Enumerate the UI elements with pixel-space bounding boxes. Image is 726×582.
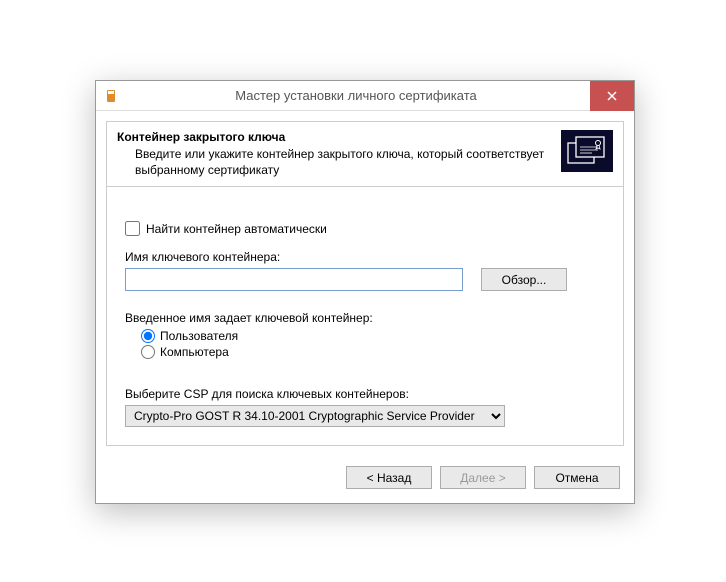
wizard-window: Мастер установки личного сертификата Кон… (95, 80, 635, 504)
radio-user[interactable] (141, 329, 155, 343)
back-button[interactable]: < Назад (346, 466, 432, 489)
radio-user-row: Пользователя (141, 329, 605, 343)
csp-select[interactable]: Crypto-Pro GOST R 34.10-2001 Cryptograph… (125, 405, 505, 427)
container-name-label: Имя ключевого контейнера: (125, 250, 605, 264)
auto-find-label[interactable]: Найти контейнер автоматически (146, 222, 327, 236)
browse-button[interactable]: Обзор... (481, 268, 567, 291)
auto-find-checkbox[interactable] (125, 221, 140, 236)
auto-find-row: Найти контейнер автоматически (125, 221, 605, 236)
cancel-button[interactable]: Отмена (534, 466, 620, 489)
container-name-row: Обзор... (125, 268, 605, 291)
titlebar: Мастер установки личного сертификата (96, 81, 634, 111)
csp-row: Crypto-Pro GOST R 34.10-2001 Cryptograph… (125, 405, 605, 427)
radio-computer-row: Компьютера (141, 345, 605, 359)
container-name-input[interactable] (125, 268, 463, 291)
radio-computer-label[interactable]: Компьютера (160, 345, 229, 359)
app-icon (102, 86, 122, 106)
header-title: Контейнер закрытого ключа (117, 130, 551, 144)
csp-label: Выберите CSP для поиска ключевых контейн… (125, 387, 605, 401)
radio-user-label[interactable]: Пользователя (160, 329, 238, 343)
scope-radios: Пользователя Компьютера (125, 329, 605, 359)
close-button[interactable] (590, 81, 634, 111)
header-text: Контейнер закрытого ключа Введите или ук… (117, 130, 551, 178)
header-description: Введите или укажите контейнер закрытого … (117, 146, 551, 178)
scope-group-label: Введенное имя задает ключевой контейнер: (125, 311, 605, 325)
header-panel: Контейнер закрытого ключа Введите или ук… (106, 121, 624, 187)
close-icon (607, 91, 617, 101)
next-button[interactable]: Далее > (440, 466, 526, 489)
certificate-icon (561, 130, 613, 172)
window-title: Мастер установки личного сертификата (122, 88, 590, 103)
footer: < Назад Далее > Отмена (96, 456, 634, 503)
body-panel: Найти контейнер автоматически Имя ключев… (106, 187, 624, 446)
radio-computer[interactable] (141, 345, 155, 359)
